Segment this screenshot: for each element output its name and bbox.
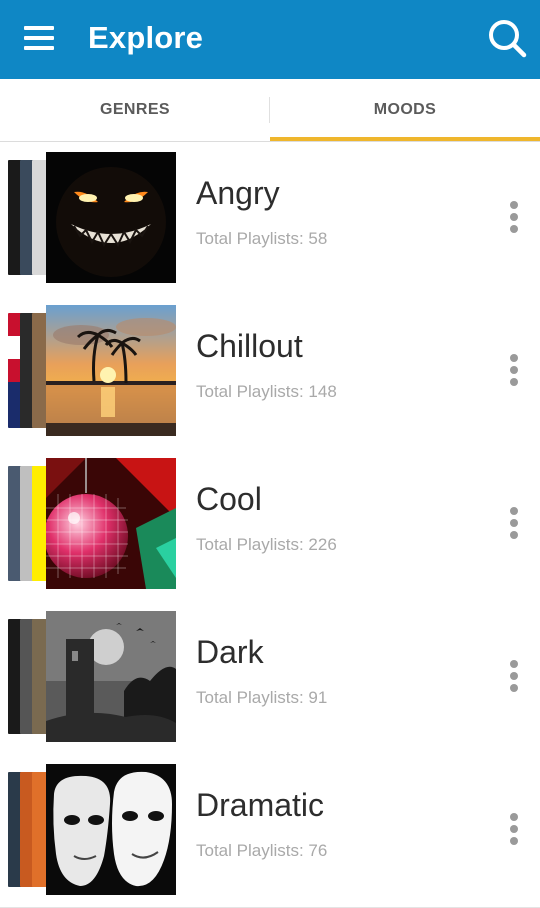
hamburger-menu-icon[interactable]	[24, 26, 54, 50]
tab-genres[interactable]: GENRES	[0, 79, 270, 141]
mood-row-dramatic[interactable]: Dramatic Total Playlists: 76	[0, 754, 540, 908]
playlist-cover-stack	[8, 764, 178, 895]
mood-name: Dramatic	[196, 787, 325, 823]
mood-row-chillout[interactable]: Chillout Total Playlists: 148	[0, 295, 540, 449]
mood-cover-image	[46, 305, 176, 436]
playlist-count: Total Playlists: 226	[196, 535, 337, 554]
mood-name: Dark	[196, 634, 264, 670]
mood-cover-image	[46, 458, 176, 589]
more-vertical-icon[interactable]	[500, 197, 528, 237]
search-icon[interactable]	[486, 16, 528, 60]
more-vertical-icon[interactable]	[500, 809, 528, 849]
tab-selected-indicator	[270, 137, 540, 141]
mood-name: Cool	[196, 481, 262, 517]
page-title: Explore	[88, 20, 204, 55]
more-vertical-icon[interactable]	[500, 503, 528, 543]
playlist-cover-stack	[8, 611, 178, 742]
mood-row-dark[interactable]: Dark Total Playlists: 91	[0, 601, 540, 755]
playlist-cover-stack	[8, 152, 178, 283]
more-vertical-icon[interactable]	[500, 656, 528, 696]
mood-cover-image	[46, 611, 176, 742]
mood-cover-image	[46, 764, 176, 895]
more-vertical-icon[interactable]	[500, 350, 528, 390]
mood-cover-image	[46, 152, 176, 283]
playlist-count: Total Playlists: 76	[196, 841, 328, 860]
mood-name: Angry	[196, 175, 280, 211]
mood-name: Chillout	[196, 328, 303, 364]
mood-row-cool[interactable]: Cool Total Playlists: 226	[0, 448, 540, 602]
mood-row-angry[interactable]: Angry Total Playlists: 58	[0, 142, 540, 296]
playlist-cover-stack	[8, 458, 178, 589]
playlist-cover-stack	[8, 305, 178, 436]
playlist-count: Total Playlists: 58	[196, 229, 328, 248]
playlist-count: Total Playlists: 148	[196, 382, 337, 401]
playlist-count: Total Playlists: 91	[196, 688, 328, 707]
tab-moods[interactable]: MOODS	[270, 79, 540, 141]
tab-bar: GENRES MOODS	[0, 79, 540, 142]
app-bar: Explore	[0, 0, 540, 79]
